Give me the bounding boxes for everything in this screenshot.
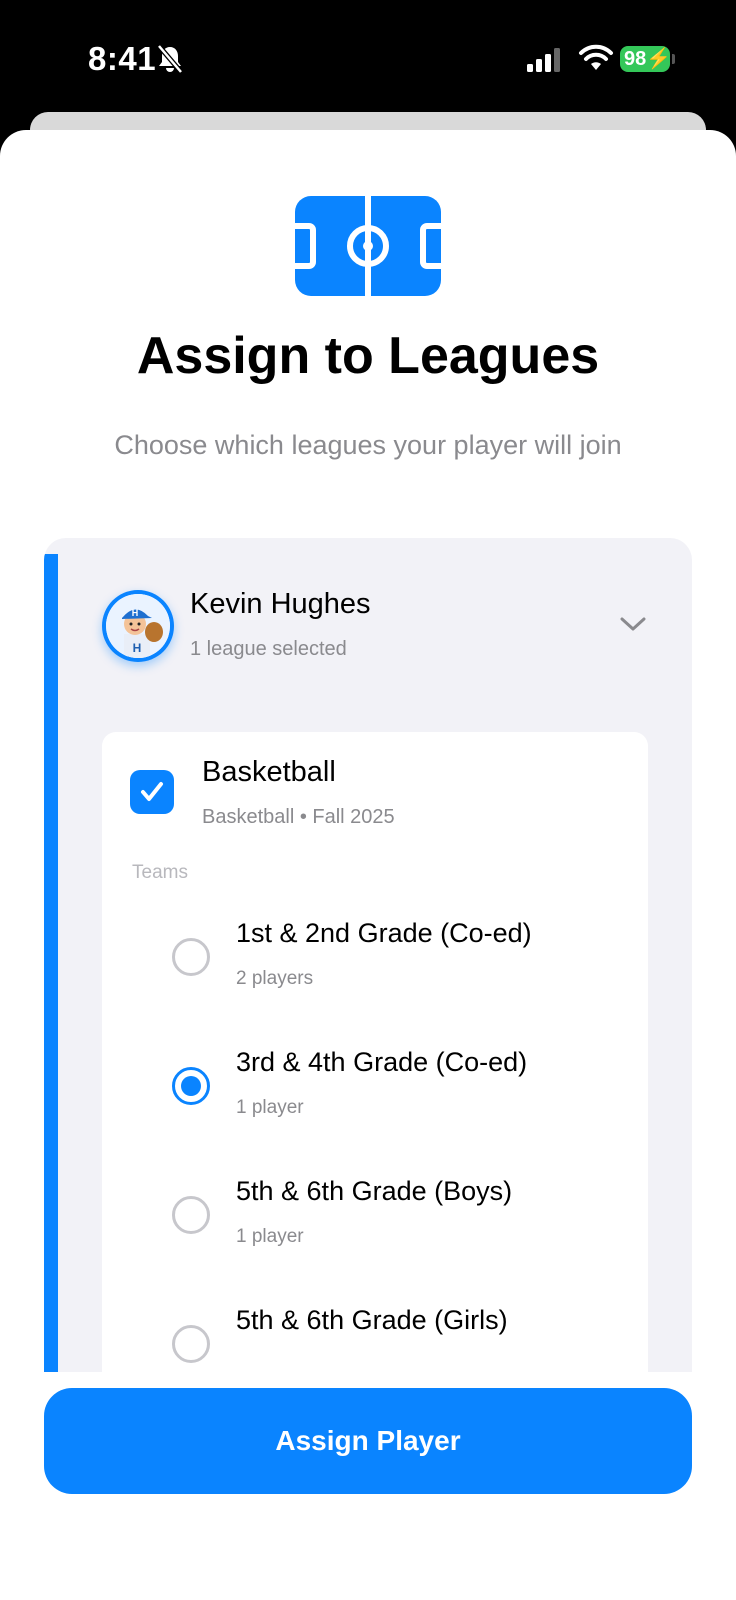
league-detail: Basketball • Fall 2025 [202, 806, 395, 828]
leagues-scroll-area[interactable]: H H Kevin Hughes 1 league selected Baske… [0, 538, 736, 1502]
team-radio[interactable] [172, 1325, 210, 1363]
page-subtitle: Choose which leagues your player will jo… [114, 430, 622, 460]
player-accent-bar [44, 554, 58, 1502]
avatar: H H [102, 590, 174, 662]
chevron-down-icon[interactable] [618, 614, 648, 634]
team-name: 5th & 6th Grade (Boys) [236, 1176, 513, 1206]
battery-level: 98 [624, 48, 647, 70]
team-name: 5th & 6th Grade (Girls) [236, 1305, 508, 1335]
player-mascot-icon: H H [106, 594, 170, 658]
player-card: H H Kevin Hughes 1 league selected Baske… [44, 538, 692, 1502]
player-league-count: 1 league selected [190, 638, 347, 660]
battery-cap [672, 54, 675, 64]
status-time: 8:41 [88, 40, 157, 77]
team-row[interactable]: 5th & 6th Grade (Boys) 1 player [102, 1156, 648, 1266]
team-name: 3rd & 4th Grade (Co-ed) [236, 1047, 528, 1077]
status-bar: 8:41 98⚡ [0, 0, 736, 120]
team-radio[interactable] [172, 938, 210, 976]
player-name[interactable]: Kevin Hughes [190, 588, 371, 621]
team-row[interactable]: 1st & 2nd Grade (Co-ed) 2 players [102, 898, 648, 1008]
battery-indicator: 98⚡ [620, 46, 671, 72]
svg-text:H: H [133, 641, 142, 655]
league-checkbox[interactable] [130, 770, 174, 814]
team-player-count: 2 players [236, 968, 314, 989]
checkmark-icon [141, 782, 163, 801]
page-title: Assign to Leagues [136, 327, 600, 385]
teams-label: Teams [132, 862, 188, 883]
team-player-count: 1 player [236, 1097, 304, 1118]
team-player-count: 1 player [236, 1226, 304, 1247]
wifi-icon [579, 44, 613, 70]
bell-slash-icon [157, 44, 183, 74]
team-name: 1st & 2nd Grade (Co-ed) [236, 918, 532, 948]
svg-text:H: H [132, 608, 139, 618]
signal-icon [527, 48, 560, 72]
team-row[interactable]: 3rd & 4th Grade (Co-ed) 1 player [102, 1027, 648, 1137]
league-name: Basketball [202, 756, 336, 788]
team-radio-selected[interactable] [172, 1067, 210, 1105]
court-icon [295, 196, 441, 296]
assign-player-button[interactable]: Assign Player [44, 1388, 692, 1494]
team-radio[interactable] [172, 1196, 210, 1234]
